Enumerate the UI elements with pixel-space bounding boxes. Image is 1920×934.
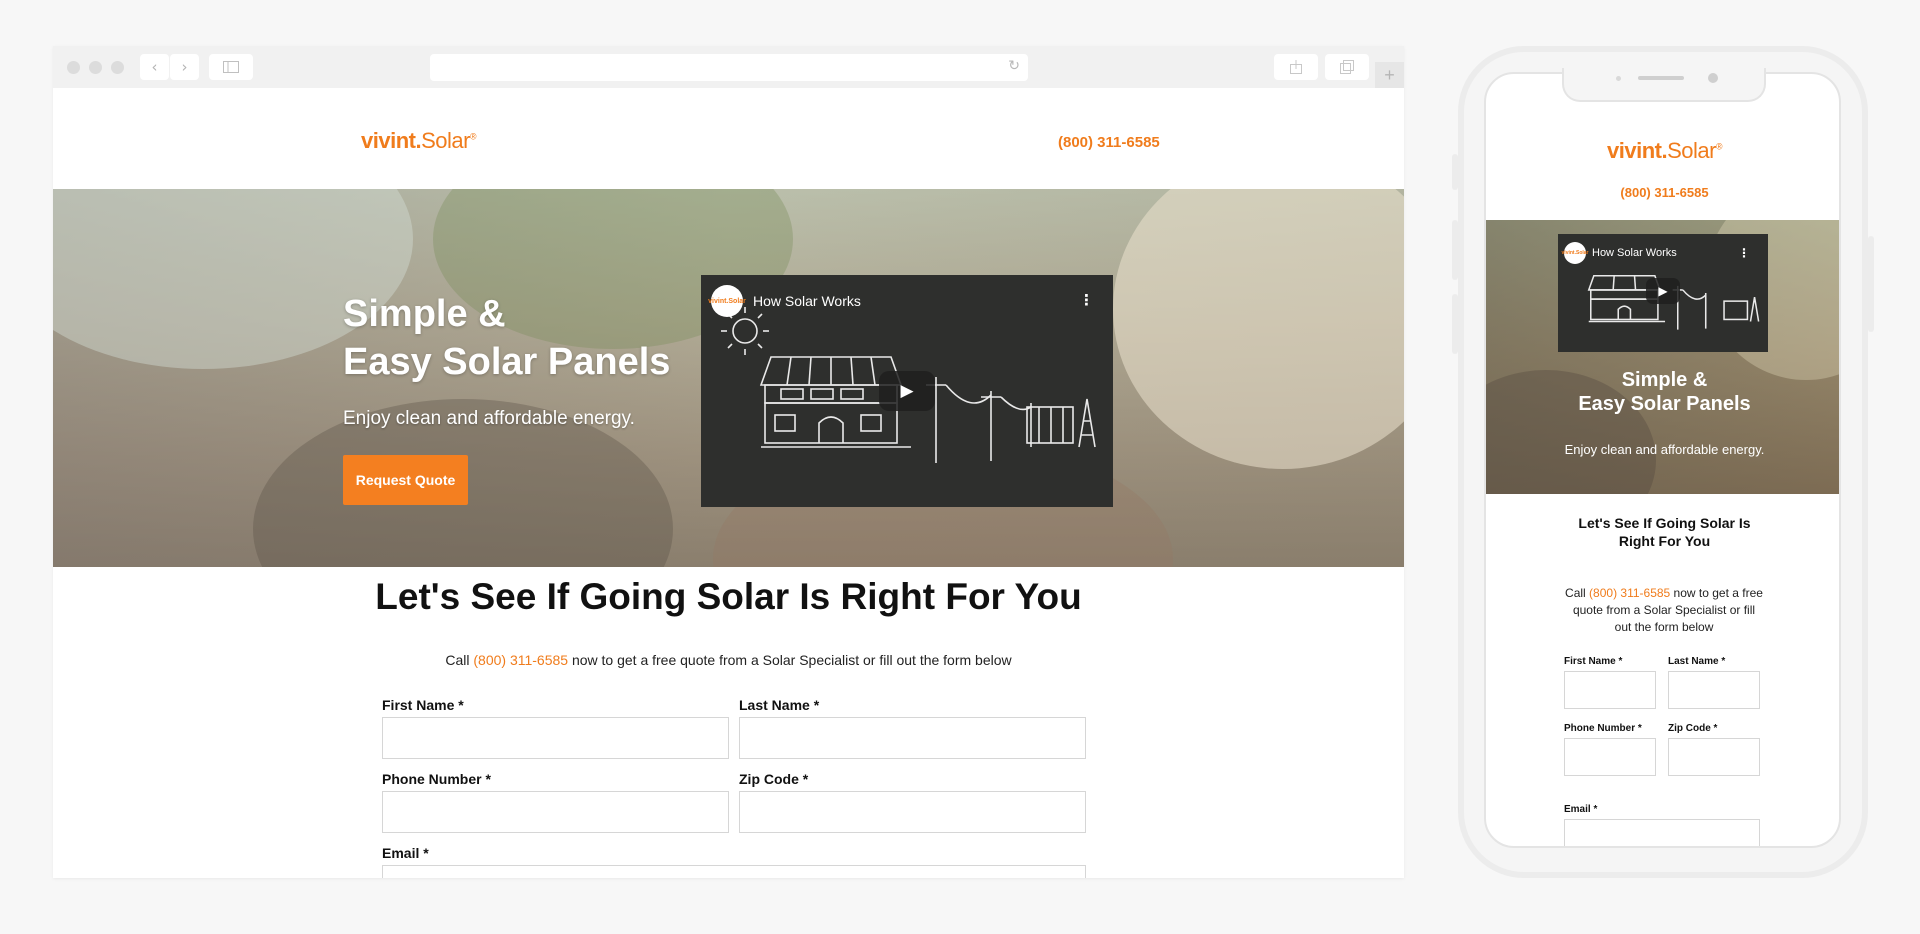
section-sub-suffix: now to get a free quote from a Solar Spe…	[568, 652, 1012, 668]
mobile-hero-section: vivint.Solar How Solar Works ⋮ ▶ Simple …	[1486, 220, 1839, 494]
address-bar[interactable]: ↻	[430, 54, 1028, 81]
hero-title-line2: Easy Solar Panels	[343, 341, 671, 383]
mobile-video-embed[interactable]: vivint.Solar How Solar Works ⋮ ▶	[1558, 234, 1768, 352]
mobile-section-title: Let's See If Going Solar Is Right For Yo…	[1486, 514, 1839, 550]
hero-title-line1: Simple &	[343, 293, 506, 335]
chevron-left-icon[interactable]: ‹	[140, 54, 169, 80]
mobile-vivint-solar-logo[interactable]: vivint.Solar®	[1486, 138, 1839, 164]
reload-icon[interactable]: ↻	[1008, 58, 1020, 74]
volume-up-button	[1452, 220, 1458, 280]
section-title: Let's See If Going Solar Is Right For Yo…	[375, 576, 1082, 617]
zip-code-label: Zip Code *	[739, 771, 809, 787]
mute-switch	[1452, 154, 1458, 190]
mobile-section-subtitle: Call (800) 311-6585 now to get a free qu…	[1564, 585, 1764, 636]
front-camera	[1708, 73, 1718, 83]
mobile-play-icon[interactable]: ▶	[1646, 278, 1680, 304]
window-minimize-dot[interactable]	[89, 61, 102, 74]
window-zoom-dot[interactable]	[111, 61, 124, 74]
mobile-logo-main-text: vivint	[1607, 138, 1662, 163]
video-embed[interactable]: vivint.Solar How Solar Works ⋮ ▶	[701, 275, 1113, 507]
email-label: Email *	[382, 845, 429, 861]
mobile-screen: vivint.Solar® (800) 311-6585 vivint.Sola…	[1484, 72, 1841, 848]
hero-subtitle: Enjoy clean and affordable energy.	[343, 408, 635, 429]
mobile-last-name-field[interactable]	[1668, 671, 1760, 709]
mobile-video-title[interactable]: How Solar Works	[1592, 247, 1677, 259]
email-field[interactable]	[382, 865, 1086, 878]
channel-logo[interactable]: vivint.Solar	[708, 285, 746, 317]
chevron-right-icon[interactable]: ›	[170, 54, 199, 80]
section-sub-prefix: Call	[445, 652, 474, 668]
section-subtitle: Call (800) 311-6585 now to get a free qu…	[53, 652, 1404, 668]
mobile-first-name-field[interactable]	[1564, 671, 1656, 709]
mobile-section-phone-link[interactable]: (800) 311-6585	[1589, 586, 1670, 600]
logo-secondary-text: Solar	[421, 128, 470, 153]
mobile-logo-secondary-text: Solar	[1667, 138, 1716, 163]
phone-number-label: Phone Number *	[382, 771, 491, 787]
first-name-field[interactable]	[382, 717, 729, 759]
proximity-sensor	[1616, 76, 1621, 81]
earpiece-speaker	[1638, 76, 1684, 80]
logo-main-text: vivint	[361, 128, 416, 153]
last-name-field[interactable]	[739, 717, 1086, 759]
mobile-email-field[interactable]	[1564, 819, 1760, 846]
mobile-hero-title-line2: Easy Solar Panels	[1578, 393, 1751, 415]
mobile-more-vertical-icon[interactable]: ⋮	[1738, 246, 1750, 260]
request-quote-button[interactable]: Request Quote	[343, 455, 468, 505]
mobile-email-label: Email *	[1564, 804, 1598, 815]
mobile-logo-trademark: ®	[1715, 141, 1722, 152]
section-phone-link[interactable]: (800) 311-6585	[473, 652, 568, 668]
mobile-section-sub-prefix: Call	[1565, 586, 1590, 600]
browser-toolbar: ‹ › ↻ +	[53, 46, 1404, 88]
mobile-first-name-label: First Name *	[1564, 656, 1623, 667]
mobile-hero-title: Simple & Easy Solar Panels	[1486, 368, 1839, 416]
logo-trademark: ®	[469, 131, 476, 142]
mobile-last-name-label: Last Name *	[1668, 656, 1726, 667]
volume-down-button	[1452, 294, 1458, 354]
power-button	[1868, 236, 1874, 332]
mobile-hero-title-line1: Simple &	[1621, 369, 1708, 391]
mobile-phone-number-field[interactable]	[1564, 738, 1656, 776]
more-vertical-icon[interactable]: ⋮	[1079, 291, 1094, 309]
sidebar-icon[interactable]	[209, 54, 253, 80]
mobile-channel-logo[interactable]: vivint.Solar	[1562, 242, 1588, 264]
phone-number-field[interactable]	[382, 791, 729, 833]
hero-title: Simple & Easy Solar Panels	[343, 290, 723, 386]
vivint-solar-logo[interactable]: vivint.Solar®	[361, 128, 476, 154]
mobile-header-phone-link[interactable]: (800) 311-6585	[1486, 185, 1839, 200]
share-icon[interactable]	[1274, 54, 1318, 80]
mobile-zip-code-label: Zip Code *	[1668, 723, 1718, 734]
new-tab-button[interactable]: +	[1375, 62, 1404, 88]
phone-notch	[1562, 68, 1766, 102]
zip-code-field[interactable]	[739, 791, 1086, 833]
header-phone-link[interactable]: (800) 311-6585	[1058, 134, 1160, 151]
mobile-phone-number-label: Phone Number *	[1564, 723, 1642, 734]
mobile-zip-code-field[interactable]	[1668, 738, 1760, 776]
first-name-label: First Name *	[382, 697, 464, 713]
mobile-section-title-line2: Right For You	[1618, 533, 1711, 549]
play-icon[interactable]: ▶	[879, 371, 935, 411]
hero-section: Simple & Easy Solar Panels Enjoy clean a…	[53, 189, 1404, 567]
tabs-icon[interactable]	[1325, 54, 1369, 80]
mobile-hero-subtitle: Enjoy clean and affordable energy.	[1564, 442, 1765, 457]
window-close-dot[interactable]	[67, 61, 80, 74]
last-name-label: Last Name *	[739, 697, 820, 713]
site-header: vivint.Solar® (800) 311-6585	[53, 88, 1404, 189]
mobile-section-title-line1: Let's See If Going Solar Is	[1578, 515, 1751, 531]
video-title[interactable]: How Solar Works	[753, 293, 861, 309]
desktop-browser-mockup: ‹ › ↻ + vivint.Solar® (800) 311-6585 Sim…	[53, 46, 1404, 878]
